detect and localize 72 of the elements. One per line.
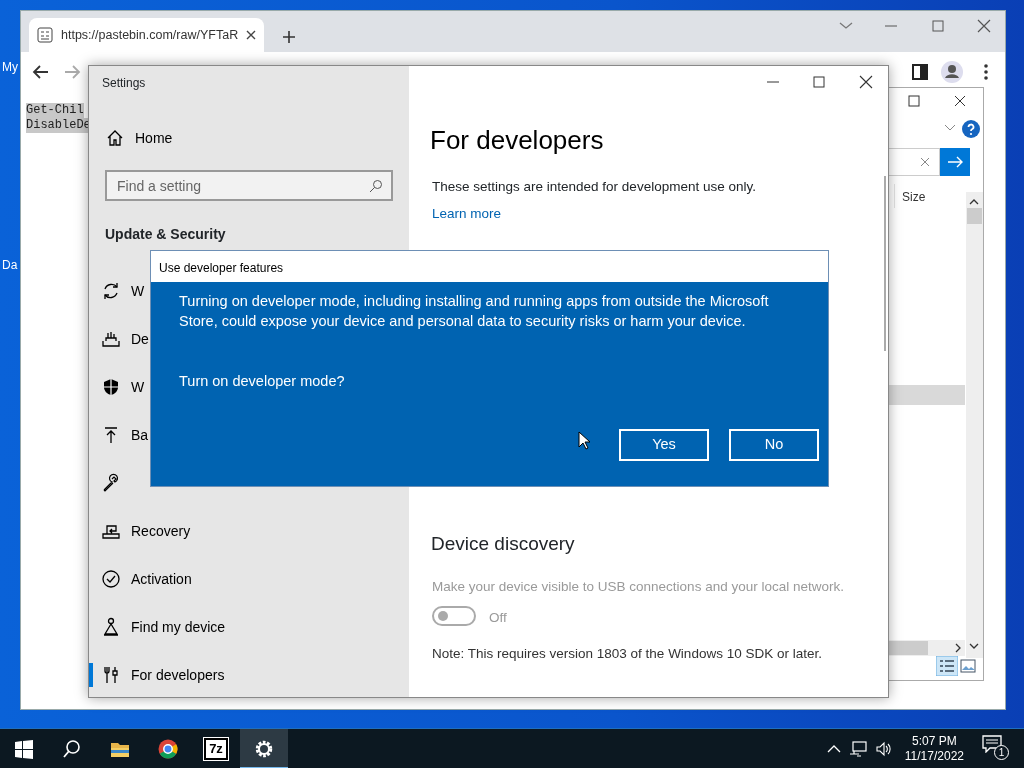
check-circle-icon [101,569,121,589]
new-tab-icon[interactable] [282,30,296,44]
home-link[interactable]: Home [93,126,173,150]
taskbar-button[interactable] [240,728,288,768]
search-field[interactable] [888,148,940,176]
section-title: Device discovery [431,532,575,556]
tools-icon [101,665,121,685]
help-icon[interactable] [962,120,980,138]
sidebar-item[interactable]: Find my device [89,615,226,639]
column-header[interactable]: Size [894,184,964,208]
volume-icon[interactable] [874,740,893,757]
search-icon [62,738,82,759]
network-icon[interactable] [848,740,867,757]
toggle-label: Off [489,609,507,627]
gear-icon [254,738,274,759]
profile-icon[interactable] [941,61,963,83]
search-icon [369,179,383,193]
notification-count: 1 [994,744,1009,760]
sidebar-item[interactable]: W [89,375,145,399]
home-icon [105,128,125,148]
close-icon[interactable] [954,95,966,107]
dialog-question: Turn on developer mode? [179,372,345,391]
note-text: Note: This requires version 1803 of the Windows 10 SDK or later. [432,645,822,663]
sidebar-item[interactable]: De [89,327,149,351]
clock[interactable]: 5:07 PM 11/17/2022 [900,733,968,764]
chevron-up-icon[interactable] [826,743,841,754]
clear-icon[interactable] [920,157,930,167]
intro-text: These settings are intended for development use only. [432,178,756,196]
taskbar-button[interactable]: 7z [192,728,240,768]
colored-ring-icon [158,738,178,759]
search-field[interactable]: Find a setting [105,170,393,201]
refresh-icon [101,281,121,301]
browser-tab[interactable]: https://pastebin.com/raw/YFTaR [29,18,265,52]
yes-button[interactable]: Yes [619,429,709,461]
learn-more-link[interactable]: Learn more [432,204,502,225]
dialog-message: Turning on developer mode, including installing and running apps from outside the Microsoft Store, could expose your device and personal data to security risks or harm your device. [179,292,770,331]
clock-time: 5:07 PM [911,733,958,749]
scrollbar[interactable] [884,176,886,351]
description-text: Make your device visible to USB connections and your local network. [432,578,844,596]
sidebar-item[interactable]: For developers [89,663,225,687]
sidebar-item[interactable]: W [89,279,145,303]
start-icon [14,738,34,759]
sidebar-icon[interactable] [909,61,931,83]
clock-date: 11/17/2022 [904,748,964,764]
download-tray-icon [101,329,121,349]
wrench-icon [101,473,121,493]
sidebar-item[interactable]: Ba [89,423,149,447]
shield-icon [101,377,121,397]
close-icon[interactable] [246,30,257,40]
horizontal-scrollbar[interactable] [888,640,965,656]
tab-title: https://pastebin.com/raw/YFTaR [61,26,239,44]
maximize-icon[interactable] [811,74,827,90]
sidebar-item[interactable]: Recovery [89,519,191,543]
notification-button[interactable]: 1 [982,734,1016,763]
window-title: Settings [102,75,146,92]
no-button[interactable]: No [729,429,819,461]
go-arrow-button[interactable] [940,148,970,176]
details-view-icon[interactable] [936,656,958,676]
close-icon[interactable] [858,74,874,90]
sidebar-item[interactable]: Activation [89,567,192,591]
vertical-scrollbar[interactable] [966,192,983,658]
maximize-icon[interactable] [908,95,920,107]
dialog-title: Use developer features [151,251,828,282]
desktop-icon-label: My [2,59,18,76]
chevron-icon[interactable] [944,124,956,132]
desktop-icon-label: Da [2,257,18,274]
person-icon [101,617,121,637]
document-icon [37,27,53,43]
page-title: For developers [430,124,604,157]
mouse-cursor-icon [578,431,590,450]
thumbnail-view-icon[interactable] [960,659,976,673]
section-heading: Update & Security [105,225,226,244]
